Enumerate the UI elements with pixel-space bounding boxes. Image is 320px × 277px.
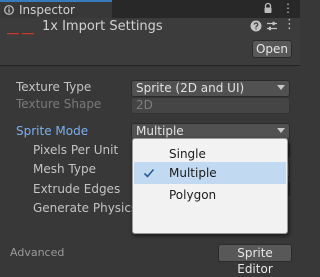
checkmark-icon xyxy=(143,168,155,178)
menu-item-polygon[interactable]: Polygon xyxy=(134,184,286,206)
inspector-tab[interactable]: Inspector xyxy=(0,0,112,18)
chevron-down-icon xyxy=(277,85,285,90)
tab-title: Inspector xyxy=(19,3,75,17)
texture-type-label: Texture Type xyxy=(16,80,92,94)
texture-shape-label: Texture Shape xyxy=(16,97,102,111)
extrude-edges-label: Extrude Edges xyxy=(33,182,121,196)
sprite-mode-menu: Single Multiple Polygon xyxy=(132,138,288,234)
lock-icon[interactable] xyxy=(262,2,274,14)
advanced-foldout[interactable]: Advanced xyxy=(10,246,64,259)
pixels-per-unit-label: Pixels Per Unit xyxy=(33,143,119,157)
texture-shape-dropdown: 2D xyxy=(131,97,290,114)
texture-asset-icon xyxy=(7,33,34,35)
sliders-icon[interactable] xyxy=(266,20,278,32)
menu-item-label: Polygon xyxy=(169,188,217,202)
sprite-editor-button[interactable]: Sprite Editor xyxy=(218,244,292,276)
mesh-type-label: Mesh Type xyxy=(33,162,96,176)
help-icon[interactable] xyxy=(250,20,262,32)
menu-item-label: Multiple xyxy=(169,166,217,180)
texture-type-dropdown[interactable]: Sprite (2D and UI) xyxy=(131,80,290,97)
texture-type-value: Sprite (2D and UI) xyxy=(136,81,245,95)
generate-physics-label: Generate Physics xyxy=(33,201,138,215)
sprite-mode-label: Sprite Mode xyxy=(16,124,89,138)
menu-item-multiple[interactable]: Multiple xyxy=(134,162,286,184)
vertical-dots-icon[interactable]: ⋮ xyxy=(282,1,294,15)
header-title: 1x Import Settings xyxy=(42,19,163,34)
texture-shape-value: 2D xyxy=(136,98,153,112)
sprite-mode-value: Multiple xyxy=(136,124,184,138)
chevron-down-icon xyxy=(277,128,285,133)
info-icon xyxy=(4,5,14,15)
vertical-dots-icon[interactable]: ⋮ xyxy=(283,17,296,33)
menu-item-label: Single xyxy=(169,147,206,161)
open-button[interactable]: Open xyxy=(252,40,292,58)
